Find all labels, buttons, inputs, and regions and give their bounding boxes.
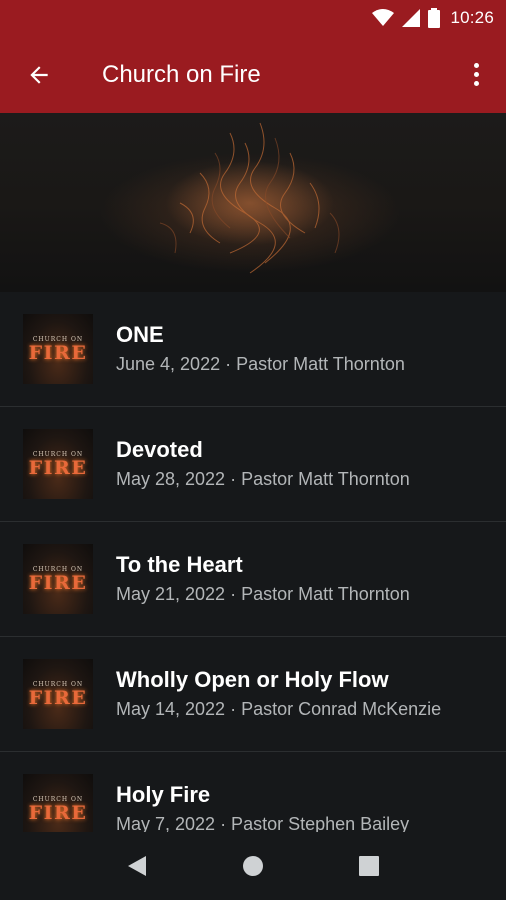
- sermon-meta: June 4, 2022 · Pastor Matt Thornton: [116, 354, 405, 374]
- sermon-meta: May 21, 2022 · Pastor Matt Thornton: [116, 584, 410, 604]
- back-triangle-icon[interactable]: [126, 854, 148, 878]
- sermon-meta: May 14, 2022 · Pastor Conrad McKenzie: [116, 699, 442, 719]
- sermon-meta: May 7, 2022 · Pastor Stephen Bailey: [116, 814, 410, 832]
- home-circle-icon[interactable]: [241, 854, 265, 878]
- app-bar: Church on Fire: [0, 36, 506, 113]
- sermon-thumbnail: CHURCH ON FIRE: [23, 774, 93, 832]
- sermon-thumbnail: CHURCH ON FIRE: [23, 314, 93, 384]
- signal-icon: [402, 9, 421, 27]
- sermon-thumbnail: CHURCH ON FIRE: [23, 544, 93, 614]
- status-icons: [372, 8, 441, 28]
- sermon-title: To the Heart: [116, 552, 243, 577]
- list-item[interactable]: CHURCH ON FIRE ONE June 4, 2022 · Pastor…: [0, 292, 506, 407]
- back-button[interactable]: [0, 36, 78, 113]
- header-banner-image: [0, 113, 506, 292]
- list-item[interactable]: CHURCH ON FIRE To the Heart May 21, 2022…: [0, 522, 506, 637]
- page-title: Church on Fire: [102, 60, 261, 88]
- more-vert-icon: [473, 63, 479, 86]
- wifi-icon: [372, 9, 395, 26]
- sermon-title: Holy Fire: [116, 782, 211, 807]
- fire-texture: [159, 122, 340, 274]
- status-time: 10:26: [450, 8, 494, 27]
- sermon-title: ONE: [116, 322, 164, 347]
- sermon-thumbnail: CHURCH ON FIRE: [23, 429, 93, 499]
- battery-icon: [428, 8, 441, 28]
- system-nav-bar: [0, 832, 506, 900]
- list-item[interactable]: CHURCH ON FIRE Holy Fire May 7, 2022 · P…: [0, 752, 506, 832]
- sermon-thumbnail: CHURCH ON FIRE: [23, 659, 93, 729]
- sermon-title: Devoted: [116, 437, 203, 462]
- list-item[interactable]: CHURCH ON FIRE Devoted May 28, 2022 · Pa…: [0, 407, 506, 522]
- overflow-menu-button[interactable]: [446, 36, 506, 113]
- status-bar: 10:26: [0, 0, 506, 36]
- list-item[interactable]: CHURCH ON FIRE Wholly Open or Holy Flow …: [0, 637, 506, 752]
- sermon-title: Wholly Open or Holy Flow: [116, 667, 389, 692]
- sermon-meta: May 28, 2022 · Pastor Matt Thornton: [116, 469, 410, 489]
- arrow-back-icon: [30, 65, 48, 84]
- recents-square-icon[interactable]: [358, 855, 380, 877]
- sermon-list: CHURCH ON FIRE ONE June 4, 2022 · Pastor…: [0, 292, 506, 832]
